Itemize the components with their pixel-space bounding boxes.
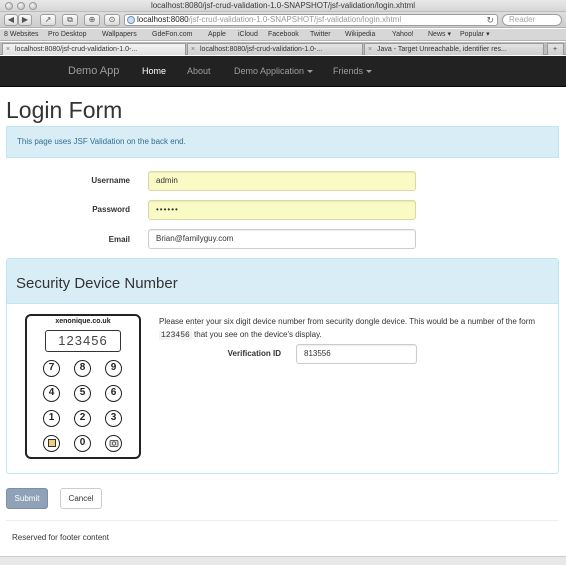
security-panel-title: Security Device Number (16, 275, 178, 292)
device-key-camera (105, 435, 122, 452)
device-key: 8 (74, 360, 91, 377)
tab-view-button[interactable]: ⧉ (62, 14, 78, 26)
bookmark-item[interactable]: Pro Desktop (48, 29, 87, 41)
camera-icon (109, 440, 118, 447)
caret-down-icon (307, 70, 314, 74)
submit-button[interactable]: Submit (6, 488, 48, 509)
bookmark-item[interactable]: iCloud (238, 29, 258, 41)
nav-item-about[interactable]: About (187, 56, 211, 87)
app-navbar: Demo App Home About Demo Application Fri… (0, 56, 566, 87)
device-key: 6 (105, 385, 122, 402)
browser-tab-label: localhost:8080/jsf-crud-validation-1.0-.… (15, 46, 138, 53)
help-text-part: Please enter your six digit device numbe… (159, 317, 536, 326)
new-tab-button[interactable]: + (547, 43, 564, 55)
security-dongle-image: xenonique.co.uk 123456 7 8 9 4 5 6 1 2 3… (25, 314, 141, 459)
username-label: Username (91, 176, 130, 185)
browser-toolbar: ◀ ▶ ↗ ⧉ ⊕ ⊙ localhost:8080/jsf-crud-vali… (0, 12, 566, 28)
bookmark-item[interactable]: Wikipedia (345, 29, 375, 41)
device-key: 5 (74, 385, 91, 402)
close-tab-icon[interactable]: × (6, 44, 10, 55)
device-key: 0 (74, 435, 91, 452)
verification-id-label-text: Verification ID (227, 349, 281, 358)
email-input[interactable]: Brian@familyguy.com (148, 229, 416, 249)
security-panel: Security Device Number xenonique.co.uk 1… (6, 258, 559, 474)
help-code-example: 123456 (159, 331, 192, 340)
browser-tab-strip: × localhost:8080/jsf-crud-validation-1.0-… (0, 42, 566, 55)
browser-tab[interactable]: × localhost:8080/jsf-crud-validation-1.0-… (2, 43, 186, 55)
nav-item-friends[interactable]: Friends (333, 56, 373, 87)
bookmark-item[interactable]: 8 Websites (4, 29, 39, 41)
info-alert: This page uses JSF Validation on the bac… (6, 126, 559, 158)
security-panel-header: Security Device Number (7, 259, 558, 304)
close-tab-icon[interactable]: × (191, 44, 195, 55)
url-host: localhost:8080 (137, 15, 189, 24)
device-key-lock (43, 435, 60, 452)
bookmark-item[interactable]: Popular ▾ (460, 29, 490, 41)
browser-tab-label: Java - Target Unreachable, identifier re… (377, 46, 507, 53)
nav-item-demo-application[interactable]: Demo Application (234, 56, 314, 87)
device-key: 3 (105, 410, 122, 427)
bookmark-item[interactable]: Yahoo! (392, 29, 414, 41)
email-label: Email (108, 235, 130, 244)
browser-tab[interactable]: × Java - Target Unreachable, identifier r… (364, 43, 544, 55)
device-key: 7 (43, 360, 60, 377)
nav-item-label: Demo Application (234, 66, 305, 76)
bookmark-item[interactable]: Wallpapers (102, 29, 137, 41)
bookmark-item[interactable]: Twitter (310, 29, 331, 41)
device-site-label: xenonique.co.uk (55, 318, 111, 325)
cancel-button[interactable]: Cancel (60, 488, 102, 509)
bookmark-item[interactable]: Apple (208, 29, 226, 41)
device-key: 4 (43, 385, 60, 402)
share-button[interactable]: ↗ (40, 14, 56, 26)
browser-status-bar (0, 556, 566, 565)
footer-divider (6, 520, 559, 521)
close-tab-icon[interactable]: × (368, 44, 372, 55)
caret-down-icon (366, 70, 373, 74)
back-button[interactable]: ◀ (4, 14, 18, 26)
forward-button[interactable]: ▶ (18, 14, 32, 26)
browser-tab-label: localhost:8080/jsf-crud-validation-1.0-.… (200, 46, 323, 53)
url-path: /jsf-crud-validation-1.0-SNAPSHOT/jsf-va… (188, 15, 402, 24)
globe-icon (127, 16, 135, 24)
bookmark-item[interactable]: News ▾ (428, 29, 451, 41)
device-key: 2 (74, 410, 91, 427)
add-bookmark-button[interactable]: ⊕ (84, 14, 100, 26)
window-titlebar: localhost:8080/jsf-crud-validation-1.0-S… (0, 0, 566, 12)
help-text-part: that you see on the device's display. (194, 330, 322, 339)
brand-link[interactable]: Demo App (68, 56, 119, 87)
password-input[interactable]: •••••• (148, 200, 416, 220)
nav-item-label: Friends (333, 66, 364, 76)
reader-search-field[interactable]: Reader (502, 14, 562, 26)
device-key: 1 (43, 410, 60, 427)
bookmark-item[interactable]: Facebook (268, 29, 299, 41)
verification-id-input[interactable]: 813556 (296, 344, 417, 364)
device-display: 123456 (45, 330, 121, 352)
nav-item-home[interactable]: Home (142, 56, 166, 87)
window-title: localhost:8080/jsf-crud-validation-1.0-S… (150, 1, 416, 10)
extensions-button[interactable]: ⊙ (104, 14, 120, 26)
bookmark-item[interactable]: GdeFon.com (152, 29, 192, 41)
address-bar[interactable]: localhost:8080/jsf-crud-validation-1.0-S… (124, 14, 498, 26)
square-icon (47, 439, 56, 447)
bookmarks-bar: 8 Websites Pro Desktop Wallpapers GdeFon… (0, 29, 566, 41)
security-help-text: Please enter your six digit device numbe… (159, 315, 551, 342)
username-input[interactable]: admin (148, 171, 416, 191)
device-key: 9 (105, 360, 122, 377)
reload-icon[interactable]: ↻ (486, 15, 494, 25)
page-title: Login Form (6, 97, 123, 123)
password-label: Password (92, 205, 130, 214)
browser-tab[interactable]: × localhost:8080/jsf-crud-validation-1.0-… (187, 43, 363, 55)
footer-text: Reserved for footer content (12, 533, 109, 542)
